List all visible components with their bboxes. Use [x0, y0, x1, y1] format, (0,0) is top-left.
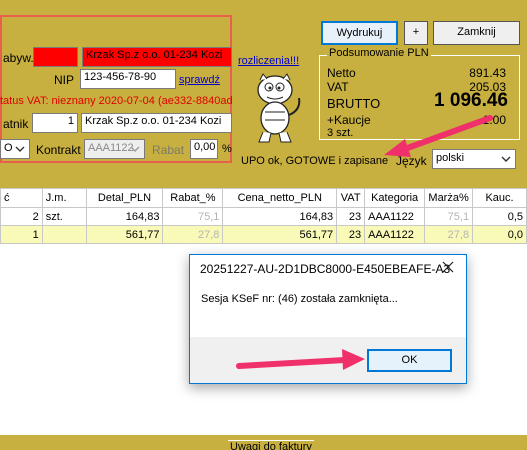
cell-vat[interactable]: 23	[336, 225, 366, 244]
deposits-value: 1.00	[482, 113, 506, 127]
ok-button[interactable]: OK	[367, 349, 452, 372]
col-category-header[interactable]: Kategoria	[364, 188, 426, 208]
payer-label: atnik	[3, 117, 29, 131]
cell-margin[interactable]: 27,8	[424, 225, 474, 244]
cell-qty[interactable]: 2	[0, 207, 43, 226]
cell-retail[interactable]: 164,83	[85, 207, 164, 226]
cell-deposit[interactable]: 0,0	[472, 225, 527, 244]
chevron-down-icon	[501, 156, 511, 162]
netto-label: Netto	[327, 66, 356, 80]
dialog-message: Sesja KSeF nr: (46) została zamknięta...	[201, 293, 398, 305]
cell-unit[interactable]	[41, 225, 87, 244]
cell-margin[interactable]: 75,1	[424, 207, 474, 226]
col-vat-header[interactable]: VAT	[336, 188, 366, 208]
cell-category[interactable]: AAA1122	[364, 207, 426, 226]
contract-label: Kontrakt	[36, 143, 81, 157]
netto-value: 891.43	[469, 66, 506, 80]
col-deposit-header[interactable]: Kauc.	[472, 188, 527, 208]
summary-title: Podsumowanie PLN	[327, 47, 431, 59]
brutto-value: 1 096.46	[434, 90, 508, 111]
discount-input[interactable]: 0,00	[190, 139, 218, 159]
buyer-label: abyw.	[3, 51, 34, 65]
dialog-title: 20251227-AU-2D1DBC8000-E450EBEAFE-A3	[200, 262, 451, 276]
cell-deposit[interactable]: 0,5	[472, 207, 527, 226]
document-type-combo[interactable]: O	[0, 139, 30, 159]
buyer-id-field[interactable]	[33, 47, 78, 67]
vat-status-text: tatus VAT: nieznany 2020-07-04 (ae332-88…	[0, 95, 233, 107]
contract-value: AAA1122	[88, 142, 134, 154]
col-qty-header[interactable]: ć	[0, 188, 43, 208]
cell-unit[interactable]: szt.	[41, 207, 87, 226]
language-value: polski	[436, 152, 465, 164]
col-net-price-header[interactable]: Cena_netto_PLN	[222, 188, 338, 208]
document-type-value: O	[4, 142, 13, 154]
buyer-name-field[interactable]: Krzak Sp.z o.o. 01-234 Kozi	[82, 47, 232, 67]
settlements-link[interactable]: rozliczenia!!!	[238, 55, 299, 67]
cell-net-price[interactable]: 561,77	[222, 225, 338, 244]
col-retail-header[interactable]: Detal_PLN	[85, 188, 164, 208]
nip-input[interactable]: 123-456-78-90	[80, 69, 176, 89]
check-nip-link[interactable]: sprawdź	[179, 74, 220, 86]
chevron-down-icon	[15, 146, 25, 152]
vat-label: VAT	[327, 80, 349, 94]
col-unit-header[interactable]: J.m.	[41, 188, 87, 208]
language-combo[interactable]: polski	[432, 149, 516, 169]
cell-net-price[interactable]: 164,83	[222, 207, 338, 226]
col-discount-header[interactable]: Rabat_%	[162, 188, 224, 208]
print-button[interactable]: Wydrukuj	[321, 21, 398, 45]
invoice-notes-label: Uwagi do faktury	[228, 440, 314, 450]
payer-number-input[interactable]: 1	[32, 113, 78, 133]
cell-vat[interactable]: 23	[336, 207, 366, 226]
brutto-label: BRUTTO	[327, 96, 381, 111]
contract-combo[interactable]: AAA1122	[84, 139, 145, 159]
nip-label: NIP	[54, 73, 75, 87]
col-margin-header[interactable]: Marża%	[424, 188, 474, 208]
cell-discount[interactable]: 75,1	[162, 207, 224, 226]
garfield-mascot-icon	[257, 73, 301, 143]
chevron-down-icon	[130, 146, 140, 152]
discount-label: Rabat	[152, 143, 185, 157]
add-button[interactable]: +	[404, 21, 428, 45]
upo-status-text: UPO ok, GOTOWE i zapisane	[241, 155, 389, 167]
close-icon[interactable]	[440, 259, 456, 275]
language-label: Język	[396, 154, 427, 168]
cell-discount[interactable]: 27,8	[162, 225, 224, 244]
table-header-row: ć J.m. Detal_PLN Rabat_% Cena_netto_PLN …	[0, 188, 527, 208]
cell-qty[interactable]: 1	[0, 225, 43, 244]
invoice-items-table[interactable]: ć J.m. Detal_PLN Rabat_% Cena_netto_PLN …	[0, 188, 527, 244]
cell-category[interactable]: AAA1122	[364, 225, 426, 244]
payer-name-field[interactable]: Krzak Sp.z o.o. 01-234 Kozi	[81, 113, 232, 133]
deposits-label: +Kaucje	[327, 113, 371, 127]
percent-sign: %	[222, 143, 232, 155]
table-row[interactable]: 2 szt. 164,83 75,1 164,83 23 AAA1122 75,…	[0, 207, 527, 226]
item-count: 3 szt.	[327, 127, 354, 139]
cell-retail[interactable]: 561,77	[85, 225, 164, 244]
table-row-selected[interactable]: 1 561,77 27,8 561,77 23 AAA1122 27,8 0,0	[0, 225, 527, 244]
close-button[interactable]: Zamknij	[433, 21, 520, 45]
